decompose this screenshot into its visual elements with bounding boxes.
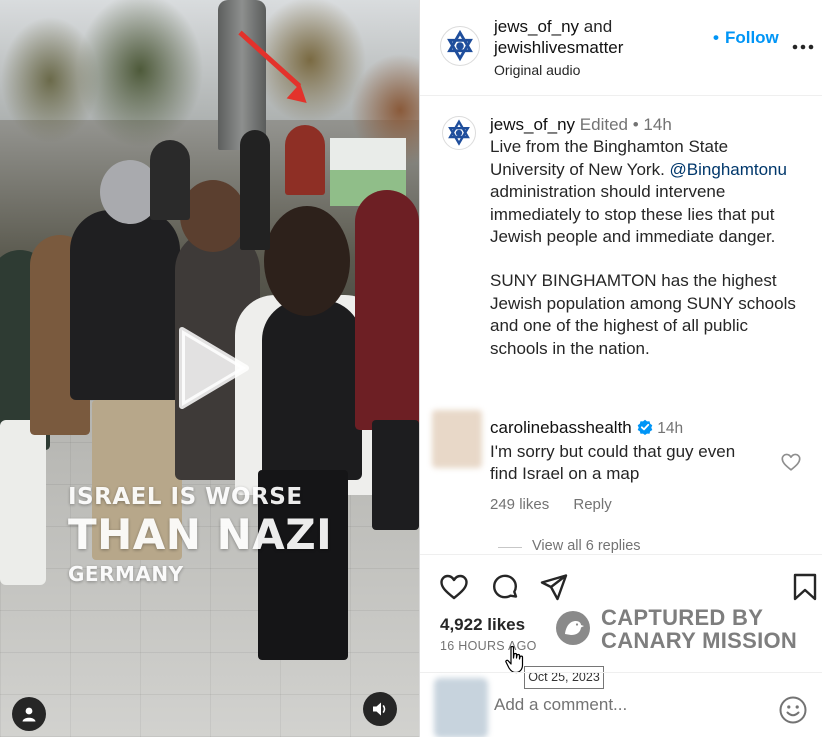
video-person-head — [264, 206, 350, 316]
actions-divider — [420, 554, 822, 555]
comment: carolinebasshealth 14h I'm sorry but cou… — [490, 417, 760, 486]
bookmark-icon — [793, 573, 817, 601]
canary-mission-watermark: CAPTURED BY CANARY MISSION — [555, 606, 815, 652]
verified-badge-icon — [637, 419, 652, 435]
share-button[interactable] — [539, 572, 569, 602]
star-of-david-logo-icon — [443, 117, 475, 149]
comment-button[interactable] — [490, 572, 520, 602]
video-overlay-line-3: GERMANY — [68, 562, 184, 586]
caption-text-2: administration should intervene immediat… — [490, 182, 776, 247]
commenter-avatar[interactable] — [432, 410, 482, 468]
add-comment-input[interactable] — [494, 695, 754, 715]
caption-paragraph-1: jews_of_ny Edited • 14h Live from the Bi… — [490, 114, 806, 248]
comment-icon — [493, 574, 518, 599]
video-person — [70, 210, 180, 400]
more-horizontal-icon — [792, 44, 814, 50]
header-author-names: jews_of_ny and jewishlivesmatter — [494, 16, 623, 58]
follow-separator-dot: • — [713, 28, 719, 47]
post-header: jews_of_ny and jewishlivesmatter Origina… — [420, 0, 822, 96]
caption-paragraph-2: SUNY BINGHAMTON has the highest Jewish p… — [490, 271, 796, 358]
view-replies-button[interactable]: View all 6 replies — [532, 538, 641, 554]
video-statue — [218, 0, 266, 150]
add-comment-bar — [420, 672, 822, 737]
video-person — [150, 140, 190, 220]
video-person — [285, 125, 325, 195]
audio-label[interactable]: Original audio — [494, 62, 580, 78]
video-person — [0, 420, 46, 585]
follow-label: Follow — [724, 28, 779, 47]
caption-mention-link[interactable]: @Binghamtonu — [670, 160, 787, 179]
author-conjunction: and — [583, 17, 613, 36]
post-details-panel: jews_of_ny and jewishlivesmatter Origina… — [419, 0, 822, 737]
current-user-avatar — [434, 678, 488, 737]
person-icon — [22, 707, 36, 722]
audio-toggle-button[interactable] — [363, 692, 397, 726]
video-person — [355, 190, 419, 430]
emoji-icon — [779, 696, 807, 724]
video-person — [372, 420, 419, 530]
comment-likes[interactable]: 249 likes — [490, 496, 549, 513]
video-overlay-line-2: THAN NAZI — [68, 510, 333, 559]
comment-time[interactable]: 14h — [657, 420, 683, 437]
more-options-button[interactable] — [792, 31, 814, 53]
video-overlay-line-1: ISRAEL IS WORSE — [68, 484, 303, 510]
play-button[interactable] — [168, 326, 252, 410]
post-video[interactable]: ISRAEL IS WORSE THAN NAZI GERMANY — [0, 0, 419, 737]
comment-username[interactable]: carolinebasshealth — [490, 418, 632, 437]
tagged-users-button[interactable] — [12, 697, 46, 731]
like-button[interactable] — [439, 572, 469, 602]
author-username-1[interactable]: jews_of_ny — [494, 17, 579, 36]
author-username-2[interactable]: jewishlivesmatter — [494, 38, 623, 57]
caption-edited: Edited — [579, 115, 628, 134]
emoji-button[interactable] — [778, 695, 808, 725]
caption-username[interactable]: jews_of_ny — [490, 115, 575, 134]
canary-bird-logo-icon — [556, 611, 590, 645]
video-person — [240, 130, 270, 250]
caption-time[interactable]: 14h — [643, 115, 671, 134]
caption-author-avatar[interactable] — [442, 116, 476, 150]
watermark-line-1: CAPTURED BY — [601, 605, 764, 630]
save-button[interactable] — [790, 572, 820, 602]
caption-separator-dot: • — [632, 115, 639, 134]
post-caption: jews_of_ny Edited • 14h Live from the Bi… — [490, 114, 806, 382]
heart-icon — [440, 574, 468, 600]
watermark-text: CAPTURED BY CANARY MISSION — [601, 606, 797, 652]
comment-reply-button[interactable]: Reply — [573, 496, 611, 513]
speaker-icon — [373, 702, 386, 716]
star-of-david-logo-icon — [441, 27, 479, 65]
comment-text: I'm sorry but could that guy even find I… — [490, 441, 736, 484]
replies-divider-line — [498, 547, 522, 548]
author-avatar[interactable] — [440, 26, 480, 66]
heart-outline-icon — [781, 453, 801, 471]
watermark-line-2: CANARY MISSION — [601, 628, 798, 653]
share-icon — [540, 574, 568, 601]
follow-button[interactable]: • Follow — [713, 28, 779, 48]
video-person — [262, 300, 362, 480]
comment-actions: 249 likes Reply — [490, 496, 632, 513]
post-likes-count[interactable]: 4,922 likes — [440, 615, 525, 635]
play-icon — [179, 327, 249, 409]
like-comment-button[interactable] — [780, 451, 802, 473]
